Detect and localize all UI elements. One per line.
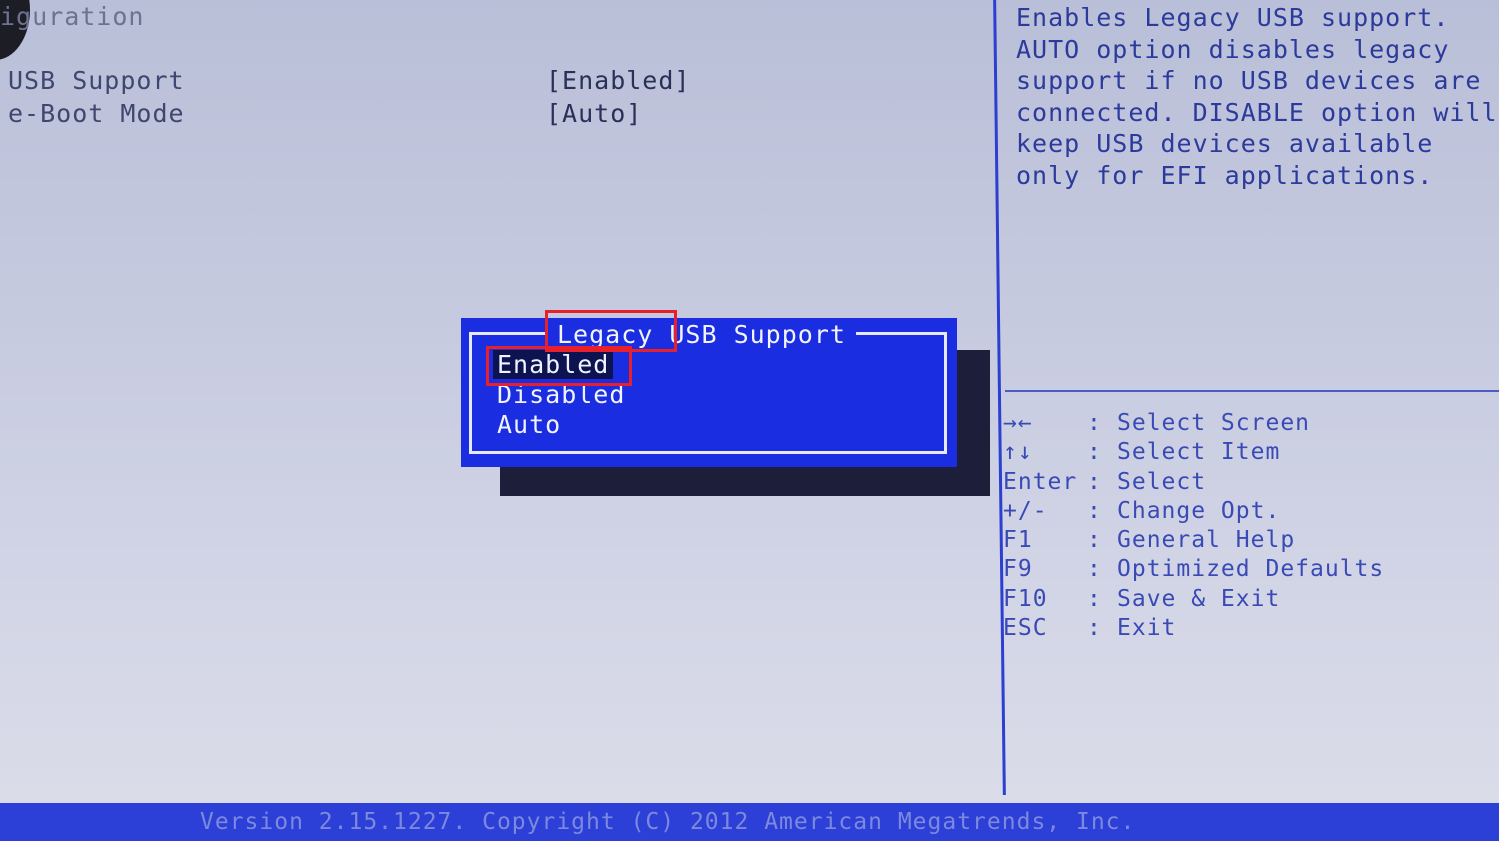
legend-key: Enter <box>1003 468 1078 495</box>
legend-desc: Exit <box>1117 615 1177 642</box>
setting-usb-support-label[interactable]: USB Support <box>8 66 185 95</box>
legend-sep: : <box>1087 497 1102 524</box>
legend-row: Enter: Select <box>1003 468 1384 497</box>
help-line: AUTO option disables legacy <box>1016 34 1450 64</box>
legend-row: F1: General Help <box>1003 526 1384 555</box>
setting-boot-mode-label[interactable]: e-Boot Mode <box>8 99 185 128</box>
legend-sep: : <box>1087 527 1102 554</box>
legend-key: F1 <box>1003 527 1033 554</box>
setting-usb-support-value[interactable]: [Enabled] <box>546 66 690 95</box>
legend-desc: Select Item <box>1117 439 1281 466</box>
key-legend: →←: Select Screen ↑↓: Select Item Enter: Se… <box>1003 409 1384 643</box>
legend-desc: Optimized Defaults <box>1117 556 1385 583</box>
legend-sep: : <box>1087 556 1102 583</box>
bios-screen: iguration USB Support [Enabled] e-Boot M… <box>0 0 1499 841</box>
legend-key: ESC <box>1003 615 1048 642</box>
legend-desc: Select Screen <box>1117 410 1311 436</box>
option-auto[interactable]: Auto <box>497 410 561 439</box>
legend-key: F10 <box>1003 585 1048 612</box>
footer-copyright: Version 2.15.1227. Copyright (C) 2012 Am… <box>200 809 1136 835</box>
legend-desc: General Help <box>1117 527 1296 554</box>
legend-row: +/-: Change Opt. <box>1003 497 1384 526</box>
help-line: Enables Legacy USB support. <box>1016 3 1450 32</box>
help-line: connected. DISABLE option will <box>1016 97 1496 127</box>
legend-sep: : <box>1087 615 1102 642</box>
legend-key: +/- <box>1003 497 1048 524</box>
footer-bar: Version 2.15.1227. Copyright (C) 2012 Am… <box>0 803 1499 841</box>
help-line: support if no USB devices are <box>1016 66 1482 95</box>
setting-boot-mode-value[interactable]: [Auto] <box>546 99 642 128</box>
legend-sep: : <box>1087 468 1102 495</box>
legend-sep: : <box>1087 410 1102 436</box>
legend-sep: : <box>1087 439 1102 466</box>
legend-desc: Save & Exit <box>1117 585 1281 612</box>
legend-row: ↑↓: Select Item <box>1003 438 1384 467</box>
help-line: keep USB devices available <box>1016 129 1434 158</box>
legend-desc: Select <box>1117 468 1207 495</box>
legend-row: F10: Save & Exit <box>1003 585 1384 614</box>
help-line: only for EFI applications. <box>1016 160 1434 190</box>
legend-sep: : <box>1087 585 1102 612</box>
annotation-box-enabled <box>486 346 632 386</box>
section-title: iguration <box>0 2 145 31</box>
legend-key: ↑↓ <box>1003 439 1033 466</box>
panel-divider <box>993 0 1006 795</box>
legend-row: F9: Optimized Defaults <box>1003 555 1384 584</box>
help-divider <box>1005 390 1499 392</box>
help-panel: Enables Legacy USB support. AUTO option … <box>1016 2 1496 191</box>
legend-desc: Change Opt. <box>1117 497 1281 524</box>
legend-key: F9 <box>1003 556 1033 583</box>
legend-row: ESC: Exit <box>1003 614 1384 643</box>
legend-key: →← <box>1003 410 1033 436</box>
legend-row: →←: Select Screen <box>1003 409 1384 438</box>
